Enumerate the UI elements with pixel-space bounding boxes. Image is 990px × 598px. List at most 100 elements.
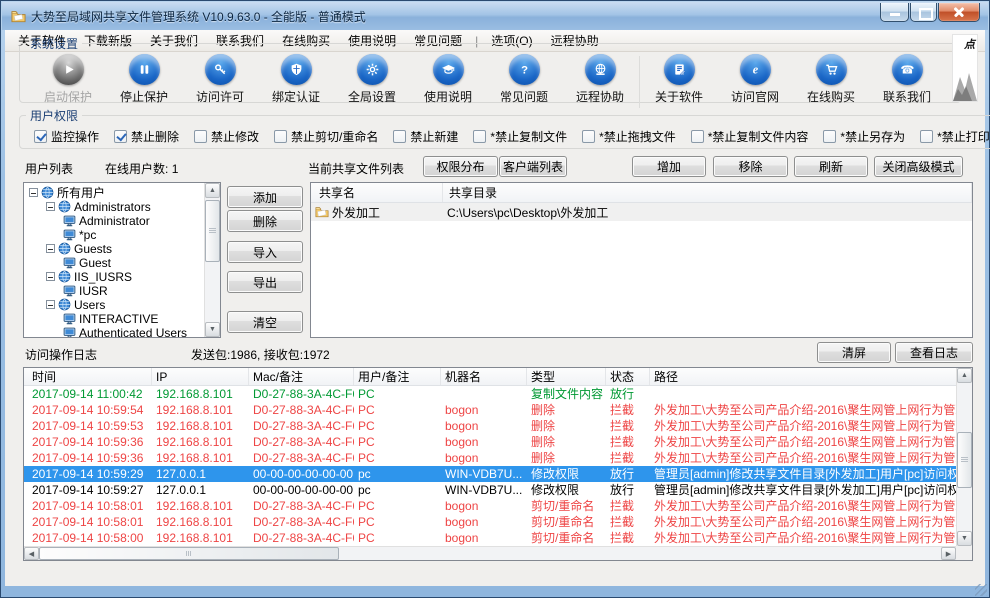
computer-icon <box>63 312 76 325</box>
toolbar-faq[interactable]: ? 常见问题 <box>486 54 562 105</box>
permission-checkbox-6[interactable]: *禁止拖拽文件 <box>582 128 676 145</box>
toolbar-stop-protection[interactable]: 停止保护 <box>106 54 182 105</box>
permission-checkbox-4[interactable]: 禁止新建 <box>393 128 458 145</box>
toolbar-about-software[interactable]: 关于软件 <box>641 54 717 105</box>
view-logs-button[interactable]: 查看日志 <box>895 342 973 363</box>
log-column-2[interactable]: Mac/备注 <box>249 368 354 385</box>
toolbar-label-contact-us: 联系我们 <box>882 90 931 104</box>
export-users-button[interactable]: 导出 <box>227 271 303 293</box>
log-cell: 拦截 <box>610 419 635 433</box>
tree-node-guest[interactable]: Guest <box>24 255 220 270</box>
toolbar-bind-authentication[interactable]: 绑定认证 <box>258 54 334 105</box>
toolbar-remote-assist[interactable]: 远程协助 <box>562 54 638 105</box>
permission-distribution-button[interactable]: 权限分布 <box>423 156 498 177</box>
question-icon: ? <box>508 54 540 85</box>
maximize-button[interactable] <box>910 3 937 22</box>
clear-users-button[interactable]: 清空 <box>227 311 303 333</box>
log-row[interactable]: 2017-09-14 10:59:54 192.168.8.101 D0-27-88… <box>24 402 958 418</box>
toolbar-buy-online[interactable]: 在线购买 <box>793 54 869 105</box>
promo-banner[interactable]: 点 <box>952 34 978 102</box>
log-row[interactable]: 2017-09-14 10:58:00 192.168.8.101 D0-27-88… <box>24 530 958 546</box>
permission-checkbox-3[interactable]: 禁止剪切/重命名 <box>274 128 378 145</box>
tree-expander-icon[interactable] <box>46 272 55 281</box>
close-button[interactable] <box>938 3 980 22</box>
clear-screen-button[interactable]: 清屏 <box>817 342 891 363</box>
log-hscroll-thumb[interactable] <box>39 547 339 560</box>
app-window: 大势至局域网共享文件管理系统 V10.9.63.0 - 全能版 - 普通模式 关… <box>0 0 990 598</box>
share-name-column[interactable]: 共享名 <box>311 183 443 202</box>
toolbar-contact-us[interactable]: ☎ 联系我们 <box>869 54 945 105</box>
permission-checkbox-0[interactable]: 监控操作 <box>34 128 99 145</box>
log-vscrollbar[interactable]: ▲ ▼ <box>956 368 972 546</box>
permission-checkbox-1[interactable]: 禁止删除 <box>114 128 179 145</box>
tree-node-guests[interactable]: Guests <box>24 241 220 256</box>
close-advanced-mode-button[interactable]: 关闭高级模式 <box>874 156 963 177</box>
scroll-right-icon[interactable]: ▶ <box>941 547 956 560</box>
log-row[interactable]: 2017-09-14 10:59:53 192.168.8.101 D0-27-88… <box>24 418 958 434</box>
log-row[interactable]: 2017-09-14 10:59:36 192.168.8.101 D0-27-88… <box>24 434 958 450</box>
log-cell: PC <box>358 387 375 401</box>
tree-node-administrators[interactable]: Administrators <box>24 199 220 214</box>
permission-checkbox-7[interactable]: *禁止复制文件内容 <box>690 128 808 145</box>
tree-expander-icon[interactable] <box>46 244 55 253</box>
permission-checkbox-2[interactable]: 禁止修改 <box>194 128 259 145</box>
log-row[interactable]: 2017-09-14 10:59:29 127.0.0.1 00-00-00-00-… <box>24 466 958 482</box>
tree-expander-icon[interactable] <box>29 188 38 197</box>
log-row[interactable]: 2017-09-14 10:59:27 127.0.0.1 00-00-00-00-… <box>24 482 958 498</box>
minimize-button[interactable] <box>880 3 909 22</box>
toolbar-access-permission[interactable]: 访问许可 <box>182 54 258 105</box>
tree-node-users[interactable]: Users <box>24 297 220 312</box>
tree-scroll-thumb[interactable] <box>205 200 220 262</box>
title-bar[interactable]: 大势至局域网共享文件管理系统 V10.9.63.0 - 全能版 - 普通模式 <box>2 2 988 30</box>
log-column-0[interactable]: 时间 <box>24 368 152 385</box>
tree-node-iis-iusrs[interactable]: IIS_IUSRS <box>24 269 220 284</box>
tree-node-administrator[interactable]: Administrator <box>24 213 220 228</box>
tree-node-authenticated-users[interactable]: Authenticated Users <box>24 325 220 337</box>
log-row[interactable]: 2017-09-14 10:59:36 192.168.8.101 D0-27-88… <box>24 450 958 466</box>
scroll-down-icon[interactable]: ▼ <box>205 322 220 337</box>
log-column-3[interactable]: 用户/备注 <box>354 368 441 385</box>
add-user-button[interactable]: 添加 <box>227 186 303 208</box>
tree-node-iusr[interactable]: IUSR <box>24 283 220 298</box>
import-users-button[interactable]: 导入 <box>227 241 303 263</box>
delete-user-button[interactable]: 删除 <box>227 210 303 232</box>
tree-node-interactive[interactable]: INTERACTIVE <box>24 311 220 326</box>
permission-checkbox-8[interactable]: *禁止另存为 <box>823 128 905 145</box>
tree-expander-icon[interactable] <box>46 202 55 211</box>
scroll-left-icon[interactable]: ◀ <box>24 547 39 560</box>
permission-checkbox-9[interactable]: *禁止打印 <box>920 128 990 145</box>
log-row[interactable]: 2017-09-14 10:58:01 192.168.8.101 D0-27-88… <box>24 498 958 514</box>
packets-label: 发送包:1986, 接收包:1972 <box>191 348 330 362</box>
toolbar-usage-guide[interactable]: 使用说明 <box>410 54 486 105</box>
remove-share-button[interactable]: 移除 <box>713 156 788 177</box>
add-share-button[interactable]: 增加 <box>632 156 706 177</box>
resize-grip[interactable] <box>975 584 987 596</box>
log-column-7[interactable]: 路径 <box>650 368 958 385</box>
tree-node-label: Administrators <box>74 199 151 214</box>
log-row[interactable]: 2017-09-14 10:58:01 192.168.8.101 D0-27-88… <box>24 514 958 530</box>
graduation-cap-icon <box>432 54 464 85</box>
tree-node--pc[interactable]: *pc <box>24 227 220 242</box>
log-column-1[interactable]: IP <box>152 368 249 385</box>
tree-node--[interactable]: 所有用户 <box>24 185 220 200</box>
scroll-up-icon[interactable]: ▲ <box>957 368 972 383</box>
scroll-down-icon[interactable]: ▼ <box>957 531 972 546</box>
toolbar-visit-website[interactable]: e 访问官网 <box>717 54 793 105</box>
log-row[interactable]: 2017-09-14 11:00:42 192.168.8.101 D0-27-88… <box>24 386 958 402</box>
log-cell: 192.168.8.101 <box>156 451 233 465</box>
share-row[interactable]: 外发加工 C:\Users\pc\Desktop\外发加工 <box>311 203 972 221</box>
log-cell: 00-00-00-00-00-00 <box>253 483 354 497</box>
toolbar-global-settings[interactable]: 全局设置 <box>334 54 410 105</box>
scroll-up-icon[interactable]: ▲ <box>205 183 220 198</box>
tree-expander-icon[interactable] <box>46 300 55 309</box>
log-column-6[interactable]: 状态 <box>606 368 650 385</box>
share-dir-column[interactable]: 共享目录 <box>443 183 972 202</box>
log-column-5[interactable]: 类型 <box>527 368 606 385</box>
log-vscroll-thumb[interactable] <box>957 432 972 488</box>
permission-checkbox-5[interactable]: *禁止复制文件 <box>473 128 567 145</box>
log-hscrollbar[interactable]: ◀ ▶ <box>24 546 956 560</box>
tree-scrollbar[interactable]: ▲ ▼ <box>204 183 220 337</box>
refresh-button[interactable]: 刷新 <box>794 156 868 177</box>
log-column-4[interactable]: 机器名 <box>441 368 527 385</box>
client-list-button[interactable]: 客户端列表 <box>499 156 567 177</box>
